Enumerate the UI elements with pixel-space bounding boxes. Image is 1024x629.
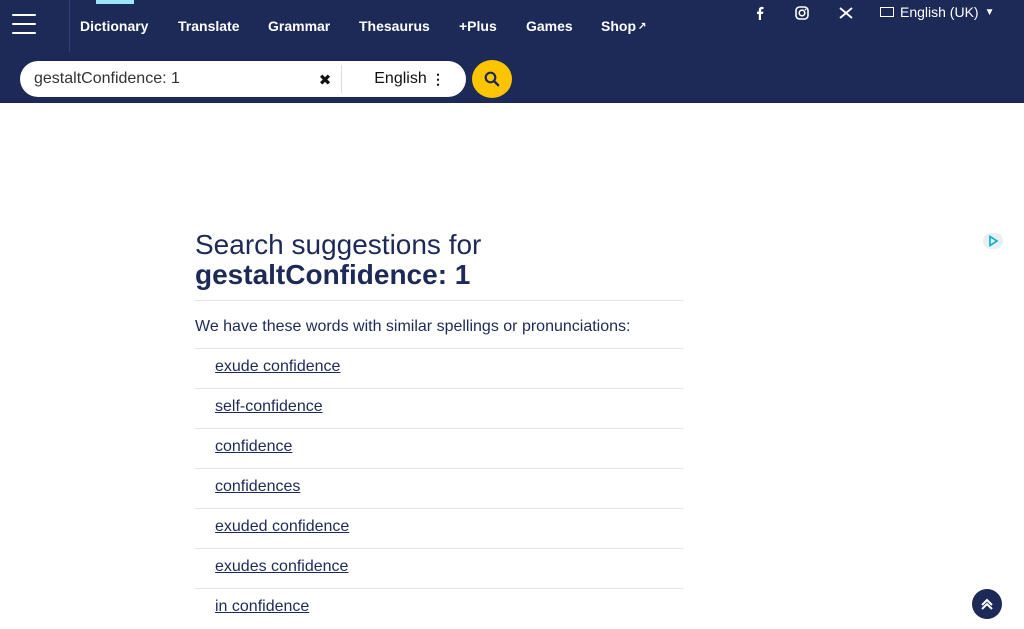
- suggestion-link[interactable]: in confidence: [215, 598, 309, 616]
- nav-plus[interactable]: +Plus: [459, 0, 497, 52]
- suggestion-link[interactable]: self-confidence: [215, 398, 323, 416]
- search-query: gestaltConfidence: 1: [195, 259, 471, 290]
- nav-grammar[interactable]: Grammar: [268, 0, 330, 52]
- twitter-icon[interactable]: [828, 4, 864, 22]
- suggestion-link[interactable]: confidence: [215, 438, 292, 456]
- nav-shop[interactable]: Shop ↗: [601, 0, 646, 52]
- dictionary-select[interactable]: English ⋮: [341, 65, 459, 93]
- search-band: ✖ English ⋮: [0, 52, 1024, 103]
- search-icon: [484, 71, 500, 87]
- search-input[interactable]: [34, 67, 312, 91]
- facebook-icon[interactable]: [742, 4, 778, 22]
- globe-icon: [880, 7, 894, 17]
- external-link-icon: ↗: [638, 20, 647, 32]
- top-navigation: Dictionary Translate Grammar Thesaurus +…: [0, 0, 1024, 52]
- kebab-menu-icon: ⋮: [431, 71, 445, 87]
- list-item: exudes confidence: [195, 548, 684, 588]
- list-item: exude confidence: [195, 348, 684, 388]
- suggestions-intro: We have these words with similar spellin…: [195, 318, 631, 335]
- ad-slot-top[interactable]: [235, 111, 965, 203]
- menu-icon[interactable]: [12, 14, 36, 34]
- nav-divider: [69, 0, 70, 52]
- list-item: in confidence: [195, 588, 684, 628]
- nav-translate[interactable]: Translate: [178, 0, 239, 52]
- divider: [195, 300, 684, 301]
- list-item: self-confidence: [195, 388, 684, 428]
- suggestion-link[interactable]: exuded confidence: [215, 518, 349, 536]
- search-results: Search suggestions for gestaltConfidence…: [195, 230, 684, 628]
- suggestion-link[interactable]: exudes confidence: [215, 558, 348, 576]
- back-to-top-button[interactable]: [972, 589, 1002, 619]
- suggestion-link[interactable]: exude confidence: [215, 358, 340, 376]
- suggestion-list: exude confidence self-confidence confide…: [195, 348, 684, 628]
- search-button[interactable]: [472, 60, 512, 98]
- clear-search-icon[interactable]: ✖: [313, 69, 337, 91]
- nav-thesaurus[interactable]: Thesaurus: [359, 0, 430, 52]
- instagram-icon[interactable]: [784, 4, 820, 22]
- nav-games[interactable]: Games: [526, 0, 573, 52]
- search-box: ✖ English ⋮: [20, 61, 466, 97]
- ad-slot-left[interactable]: [19, 111, 181, 629]
- chevron-up-icon: [981, 598, 993, 610]
- chevron-down-icon: ▼: [984, 6, 995, 18]
- adchoices-icon[interactable]: [983, 233, 1003, 249]
- suggestion-link[interactable]: confidences: [215, 478, 300, 496]
- nav-dictionary[interactable]: Dictionary: [80, 0, 150, 52]
- list-item: confidences: [195, 468, 684, 508]
- list-item: exuded confidence: [195, 508, 684, 548]
- list-item: confidence: [195, 428, 684, 468]
- site-language-switch[interactable]: English (UK) ▼: [880, 2, 995, 22]
- page-title: Search suggestions for gestaltConfidence…: [195, 230, 684, 290]
- ad-slot-right[interactable]: [703, 231, 1005, 483]
